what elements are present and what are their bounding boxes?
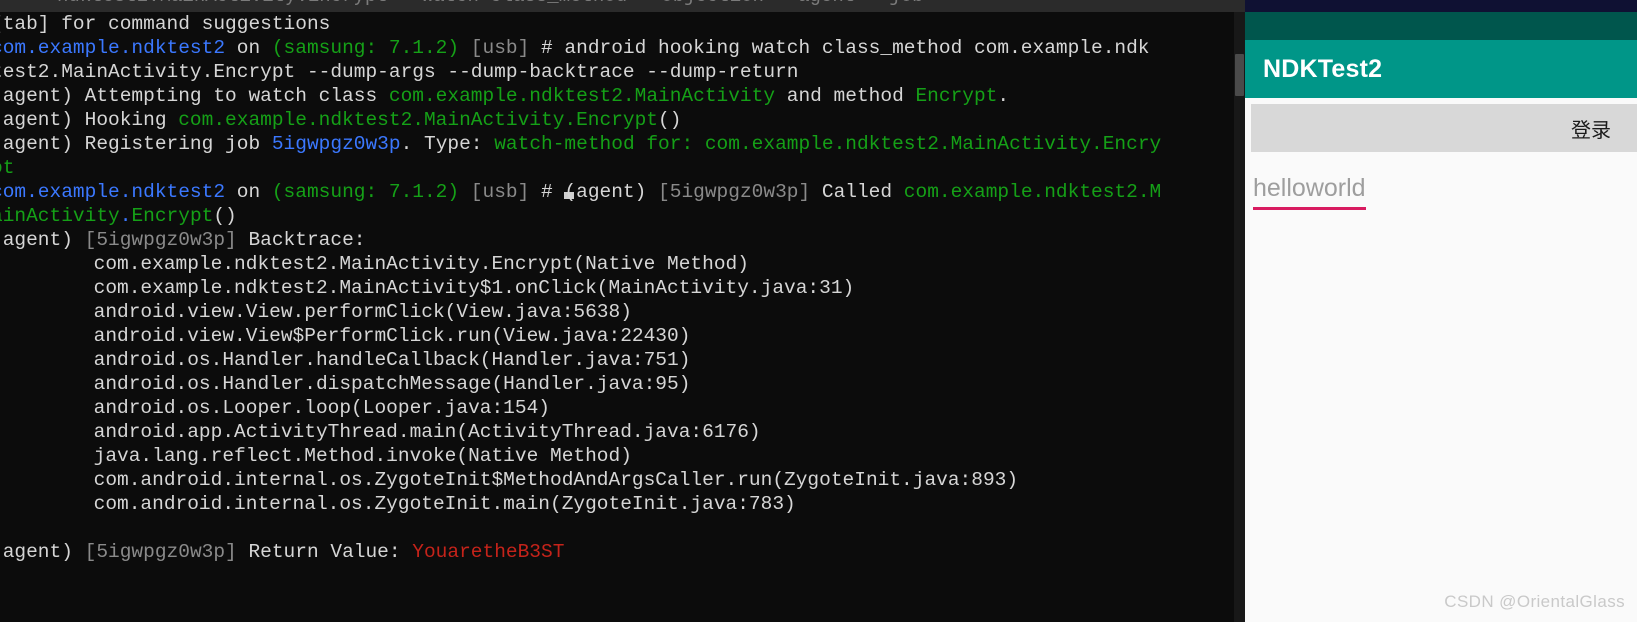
terminal-text-span: com.android.internal.os.ZygoteInit$Metho… (0, 469, 1019, 491)
terminal-line: (agent) [5igwpgz0w3p] Return Value: Youa… (0, 540, 1245, 564)
terminal-text-span: 5igwpgz0w3p (271, 133, 401, 155)
terminal-text-span: ot (0, 157, 15, 179)
terminal-line: android.view.View$PerformClick.run(View.… (0, 324, 1245, 348)
terminal-text-span: com.example.ndktest2.M (903, 181, 1162, 203)
terminal-scrollbar-thumb[interactable] (1235, 54, 1244, 96)
terminal-text-span: (samsung: 7.1.2) (271, 37, 460, 59)
terminal-text-span: (agent) (564, 181, 659, 203)
terminal-line: com.android.internal.os.ZygoteInit$Metho… (0, 468, 1245, 492)
screenshot-root: ndktest2.MainActivity.Encrypt watch clas… (0, 0, 1637, 622)
terminal-text-span: Backtrace: (236, 229, 366, 251)
android-app-pane[interactable]: NDKTest2 登录 helloworld (1245, 0, 1637, 622)
terminal-text-span: # (529, 181, 565, 203)
terminal-line: com.example.ndktest2.MainActivity$1.onCl… (0, 276, 1245, 300)
terminal-text-span: android.app.ActivityThread.main(Activity… (0, 421, 761, 443)
csdn-watermark: CSDN @OrientalGlass (1444, 592, 1625, 611)
terminal-text-span: android.view.View$PerformClick.run(View.… (0, 325, 691, 347)
terminal-text-span: [5igwpgz0w3p] (84, 229, 237, 251)
terminal-text-span: test2.MainActivity.Encrypt --dump-args -… (0, 61, 799, 83)
terminal-text-span: [usb] (459, 37, 530, 59)
terminal-text-span: android.os.Handler.dispatchMessage(Handl… (0, 373, 691, 395)
terminal-text-span: Return Value: (236, 541, 413, 563)
terminal-text-span: [usb] (459, 181, 530, 203)
android-status-bar-teal (1245, 12, 1637, 40)
terminal-line: test2.MainActivity.Encrypt --dump-args -… (0, 60, 1245, 84)
terminal-text-span: [5igwpgz0w3p] (658, 181, 811, 203)
terminal-output[interactable]: [tab] for command suggestions com.example… (0, 12, 1245, 622)
terminal-clipped-row-text: ndktest2.MainActivity.Encrypt watch clas… (0, 0, 1245, 8)
terminal-text-span: and method (775, 85, 916, 107)
terminal-line: com.example.ndktest2 on (samsung: 7.1.2)… (0, 180, 1245, 204)
terminal-line: android.os.Looper.loop(Looper.java:154) (0, 396, 1245, 420)
terminal-line: (agent) Attempting to watch class com.ex… (0, 84, 1245, 108)
android-action-bar: NDKTest2 (1245, 40, 1637, 98)
terminal-line: android.app.ActivityThread.main(Activity… (0, 420, 1245, 444)
terminal-line: (agent) Registering job 5igwpgz0w3p. Typ… (0, 132, 1245, 156)
terminal-line: ainActivity.Encrypt() (0, 204, 1245, 228)
terminal-text-span: ainActivity (0, 205, 120, 227)
terminal-text-span: com.android.internal.os.ZygoteInit.main(… (0, 493, 796, 515)
terminal-text-span: (agent) Hooking (0, 109, 179, 131)
terminal-text-span: com.example.ndktest2.MainActivity (388, 85, 776, 107)
terminal-text-span: com.example.ndktest2.MainActivity$1.onCl… (0, 277, 855, 299)
android-status-bar-navy (1245, 0, 1637, 12)
terminal-text-span: Called (810, 181, 904, 203)
terminal-text-span: android.view.View.performClick(View.java… (0, 301, 632, 323)
terminal-text-span: on (225, 181, 272, 203)
terminal-text-span: com.example.ndktest2 (0, 181, 226, 203)
terminal-text-span: android.os.Looper.loop(Looper.java:154) (0, 397, 550, 419)
terminal-line: ot (0, 156, 1245, 180)
terminal-line: com.android.internal.os.ZygoteInit.main(… (0, 492, 1245, 516)
terminal-line: [tab] for command suggestions (0, 12, 1245, 36)
terminal-line: (agent) Hooking com.example.ndktest2.Mai… (0, 108, 1245, 132)
terminal-line: com.example.ndktest2.MainActivity.Encryp… (0, 252, 1245, 276)
terminal-line: android.view.View.performClick(View.java… (0, 300, 1245, 324)
terminal-text-span: Encrypt (131, 205, 214, 227)
terminal-text-span: . (119, 205, 132, 227)
terminal-text-span: watch-method for: com.example.ndktest2.M… (494, 133, 1162, 155)
terminal-text-span: (agent) Registering job (0, 133, 272, 155)
terminal-pane[interactable]: ndktest2.MainActivity.Encrypt watch clas… (0, 0, 1245, 622)
terminal-text-span: . Type: (400, 133, 495, 155)
terminal-text-span: [tab] for command suggestions (0, 13, 331, 35)
terminal-text-span: () (658, 109, 682, 131)
terminal-text-span: com.example.ndktest2.MainActivity.Encryp… (0, 253, 749, 275)
terminal-text-span: () (213, 205, 237, 227)
terminal-line: com.example.ndktest2 on (samsung: 7.1.2)… (0, 36, 1245, 60)
app-title: NDKTest2 (1263, 54, 1383, 83)
terminal-line: android.os.Handler.dispatchMessage(Handl… (0, 372, 1245, 396)
terminal-text-span: # android hooking watch class_method com… (529, 37, 1150, 59)
terminal-text-span: (agent) Attempting to watch class (0, 85, 389, 107)
terminal-scrollbar[interactable] (1234, 12, 1245, 622)
terminal-text-span: [5igwpgz0w3p] (84, 541, 237, 563)
terminal-line: java.lang.reflect.Method.invoke(Native M… (0, 444, 1245, 468)
terminal-text-span: com.example.ndktest2.MainActivity.Encryp… (178, 109, 659, 131)
terminal-text-span: YouaretheB3ST (412, 541, 565, 563)
login-button-label: 登录 (1571, 119, 1611, 142)
terminal-text-span: java.lang.reflect.Method.invoke(Native M… (0, 445, 632, 467)
terminal-line: android.os.Handler.handleCallback(Handle… (0, 348, 1245, 372)
terminal-text-span: com.example.ndktest2 (0, 37, 226, 59)
terminal-line: (agent) [5igwpgz0w3p] Backtrace: (0, 228, 1245, 252)
login-button[interactable]: 登录 (1251, 104, 1637, 152)
terminal-text-span: on (225, 37, 272, 59)
terminal-clipped-top-bar: ndktest2.MainActivity.Encrypt watch clas… (0, 0, 1245, 12)
terminal-text-span: (agent) (0, 229, 85, 251)
terminal-text-span: Encrypt (915, 85, 998, 107)
terminal-text-span: (samsung: 7.1.2) (271, 181, 460, 203)
result-field-wrapper: helloworld (1253, 174, 1637, 210)
terminal-text-span: (agent) (0, 541, 85, 563)
terminal-text-span: . (997, 85, 1010, 107)
terminal-text-span: android.os.Handler.handleCallback(Handle… (0, 349, 691, 371)
result-text: helloworld (1253, 174, 1366, 210)
